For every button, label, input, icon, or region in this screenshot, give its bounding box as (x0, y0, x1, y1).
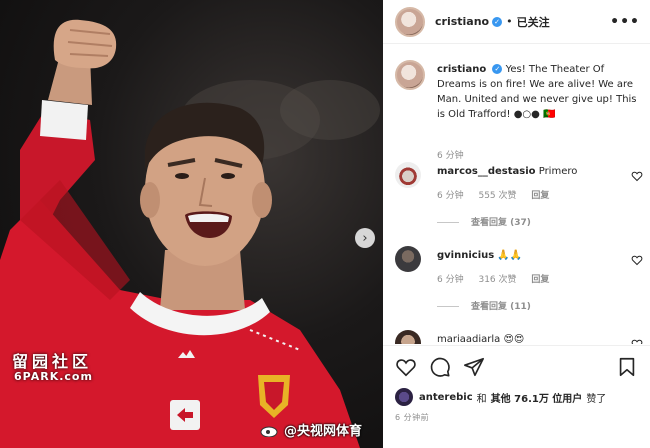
comment-text: Primero (538, 166, 578, 177)
more-icon[interactable]: ••• (610, 14, 640, 30)
comment-time: 6 分钟 (437, 191, 464, 201)
action-bar (383, 345, 650, 387)
comment-text: 😍😍 (503, 334, 525, 344)
comment-username[interactable]: gvinnicius (437, 250, 494, 261)
verified-icon: ✓ (492, 64, 503, 74)
heart-icon[interactable] (631, 170, 643, 182)
next-photo-button[interactable]: › (355, 228, 375, 248)
heart-icon[interactable] (631, 338, 643, 344)
caption-time: 6 分钟 (437, 151, 464, 161)
author-avatar[interactable] (395, 6, 425, 37)
post-header: cristiano ✓ • 已关注 ••• (383, 0, 650, 44)
likes-and: 和 (476, 393, 487, 405)
follow-status-button[interactable]: 已关注 (517, 14, 550, 30)
view-replies-button[interactable]: 查看回复 (11) (437, 299, 531, 312)
comment-time: 6 分钟 (437, 275, 464, 285)
credit-text: @央视网体育 (284, 424, 363, 439)
post-photo: › 留园社区 6PARK.com (0, 0, 383, 448)
comment-avatar[interactable] (395, 330, 421, 344)
comment-text-block: gvinnicius 🙏🙏 (437, 248, 637, 263)
source-credit: @央视网体育 (260, 420, 362, 439)
caption-text-block: cristiano ✓ Yes! The Theater Of Dreams i… (437, 62, 637, 122)
comment-username[interactable]: mariaadiarla (437, 334, 500, 344)
comment-meta: 6 分钟 316 次赞 回复 (437, 272, 561, 285)
comment-avatar[interactable] (395, 246, 421, 272)
liker-avatar[interactable] (395, 388, 413, 406)
comment-text-block: marcos__destasio Primero (437, 164, 637, 179)
caption-username[interactable]: cristiano (437, 64, 486, 75)
comment-likes[interactable]: 555 次赞 (478, 191, 516, 201)
verified-icon: ✓ (492, 16, 503, 27)
author-username[interactable]: cristiano (435, 15, 489, 28)
reply-button[interactable]: 回复 (531, 275, 549, 285)
reply-button[interactable]: 回复 (531, 191, 549, 201)
likes-summary: anterebic 和 其他 76.1万 位用户 赞了 (395, 388, 645, 406)
weibo-icon (260, 426, 278, 437)
post-sidebar: cristiano ✓ • 已关注 ••• cristiano ✓ Yes! T… (383, 0, 650, 448)
comment-text: 🙏🙏 (497, 250, 523, 261)
liker-username[interactable]: anterebic (419, 392, 473, 403)
bookmark-icon[interactable] (616, 356, 638, 378)
likes-others[interactable]: 其他 76.1万 位用户 (491, 390, 583, 405)
likes-suffix: 赞了 (586, 393, 607, 405)
post-time: 6 分钟前 (395, 413, 430, 422)
comments-list: cristiano ✓ Yes! The Theater Of Dreams i… (383, 44, 650, 344)
caption-meta: 6 分钟 (437, 148, 476, 161)
watermark-sub: 6PARK.com (14, 370, 93, 383)
share-icon[interactable] (463, 356, 485, 378)
comment-text-block: mariaadiarla 😍😍 (437, 332, 637, 344)
separator-dot: • (506, 15, 513, 28)
heart-icon[interactable] (631, 254, 643, 266)
comment-username[interactable]: marcos__destasio (437, 166, 536, 177)
comment-icon[interactable] (429, 356, 451, 378)
comment-avatar[interactable] (395, 162, 421, 188)
caption-avatar[interactable] (395, 60, 425, 90)
comment-likes[interactable]: 316 次赞 (478, 275, 516, 285)
watermark: 留园社区 (12, 352, 93, 371)
view-replies-button[interactable]: 查看回复 (37) (437, 215, 531, 228)
heart-icon[interactable] (395, 356, 417, 378)
comment-meta: 6 分钟 555 次赞 回复 (437, 188, 561, 201)
